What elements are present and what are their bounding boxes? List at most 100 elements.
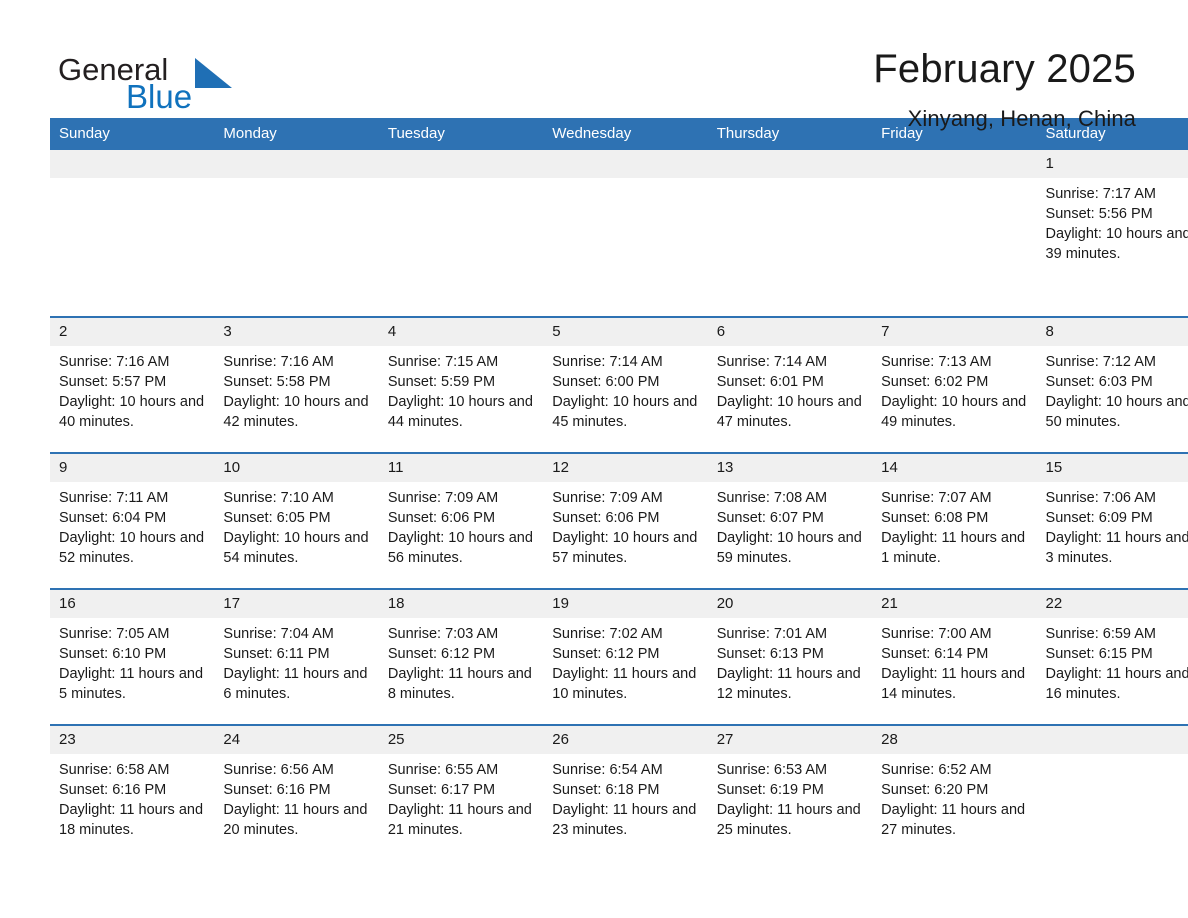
day-details: Sunrise: 7:04 AM Sunset: 6:11 PM Dayligh… <box>214 618 378 722</box>
sunset-text: Sunset: 6:20 PM <box>881 782 989 798</box>
calendar-day-cell[interactable]: 14 Sunrise: 7:07 AM Sunset: 6:08 PM Dayl… <box>872 452 1037 589</box>
daylight-text: Daylight: 11 hours and 23 minutes. <box>552 802 697 838</box>
calendar-day-cell[interactable] <box>214 150 379 317</box>
sunset-text: Sunset: 6:06 PM <box>552 510 660 526</box>
day-number: 12 <box>543 454 708 482</box>
sunset-text: Sunset: 6:16 PM <box>223 782 331 798</box>
daylight-text: Daylight: 10 hours and 50 minutes. <box>1045 394 1188 430</box>
weekday-header-monday: Monday <box>214 118 379 150</box>
sunset-text: Sunset: 6:06 PM <box>387 510 496 526</box>
sunrise-text: Sunrise: 6:59 AM <box>1045 626 1156 642</box>
calendar-day-cell[interactable]: 12 Sunrise: 7:09 AM Sunset: 6:06 PM Dayl… <box>543 452 708 589</box>
calendar-day-cell[interactable]: 17 Sunrise: 7:04 AM Sunset: 6:11 PM Dayl… <box>214 588 379 725</box>
sunrise-text: Sunrise: 7:14 AM <box>552 354 663 370</box>
sunset-text: Sunset: 6:17 PM <box>387 782 496 798</box>
sunrise-text: Sunrise: 7:10 AM <box>223 490 334 506</box>
calendar-day-cell[interactable] <box>1036 724 1188 860</box>
day-number <box>707 150 873 178</box>
weekday-header-tuesday: Tuesday <box>378 118 544 150</box>
daylight-text: Daylight: 11 hours and 5 minutes. <box>59 666 204 702</box>
day-details: Sunrise: 7:16 AM Sunset: 5:57 PM Dayligh… <box>50 346 214 450</box>
sunset-text: Sunset: 6:16 PM <box>59 782 167 798</box>
sunrise-text: Sunrise: 7:01 AM <box>716 626 828 642</box>
calendar-day-cell[interactable]: 22 Sunrise: 6:59 AM Sunset: 6:15 PM Dayl… <box>1036 588 1188 725</box>
daylight-text: Daylight: 11 hours and 20 minutes. <box>223 802 368 838</box>
day-number: 16 <box>50 590 215 618</box>
calendar-day-cell[interactable]: 4 Sunrise: 7:15 AM Sunset: 5:59 PM Dayli… <box>378 316 544 453</box>
calendar-day-cell[interactable]: 9 Sunrise: 7:11 AM Sunset: 6:04 PM Dayli… <box>50 452 215 589</box>
sunset-text: Sunset: 6:00 PM <box>552 374 660 390</box>
sunrise-text: Sunrise: 7:14 AM <box>716 354 828 370</box>
day-details <box>214 178 378 282</box>
sunset-text: Sunset: 6:04 PM <box>59 510 167 526</box>
daylight-text: Daylight: 10 hours and 54 minutes. <box>223 530 369 566</box>
calendar-day-cell[interactable]: 15 Sunrise: 7:06 AM Sunset: 6:09 PM Dayl… <box>1036 452 1188 589</box>
daylight-text: Daylight: 11 hours and 18 minutes. <box>59 802 204 838</box>
daylight-text: Daylight: 10 hours and 44 minutes. <box>387 394 533 430</box>
weekday-header-thursday: Thursday <box>707 118 873 150</box>
calendar-day-cell[interactable]: 18 Sunrise: 7:03 AM Sunset: 6:12 PM Dayl… <box>378 588 544 725</box>
sunset-text: Sunset: 6:05 PM <box>223 510 331 526</box>
page-masthead: General Blue February 2025 Xinyang, Hena… <box>50 0 1138 131</box>
sunset-text: Sunset: 6:13 PM <box>716 646 824 662</box>
calendar-day-cell[interactable]: 6 Sunrise: 7:14 AM Sunset: 6:01 PM Dayli… <box>707 316 873 453</box>
daylight-text: Daylight: 10 hours and 39 minutes. <box>1045 226 1188 262</box>
calendar-day-cell[interactable]: 10 Sunrise: 7:10 AM Sunset: 6:05 PM Dayl… <box>214 452 379 589</box>
calendar-day-cell[interactable]: 19 Sunrise: 7:02 AM Sunset: 6:12 PM Dayl… <box>543 588 708 725</box>
day-number: 9 <box>50 454 215 482</box>
calendar-day-cell[interactable]: 8 Sunrise: 7:12 AM Sunset: 6:03 PM Dayli… <box>1036 316 1188 453</box>
page-title: February 2025 <box>873 47 1136 91</box>
sunrise-text: Sunrise: 7:16 AM <box>223 354 334 370</box>
day-number: 5 <box>543 318 708 346</box>
calendar-day-cell[interactable]: 25 Sunrise: 6:55 AM Sunset: 6:17 PM Dayl… <box>378 724 544 860</box>
calendar-day-cell[interactable]: 20 Sunrise: 7:01 AM Sunset: 6:13 PM Dayl… <box>707 588 873 725</box>
day-number <box>872 150 1037 178</box>
calendar-day-cell[interactable]: 24 Sunrise: 6:56 AM Sunset: 6:16 PM Dayl… <box>214 724 379 860</box>
sunrise-text: Sunrise: 7:13 AM <box>881 354 992 370</box>
sunrise-text: Sunrise: 7:09 AM <box>387 490 499 506</box>
calendar-day-cell[interactable]: 13 Sunrise: 7:08 AM Sunset: 6:07 PM Dayl… <box>707 452 873 589</box>
day-details: Sunrise: 7:05 AM Sunset: 6:10 PM Dayligh… <box>50 618 214 722</box>
day-number: 23 <box>50 726 215 754</box>
calendar-day-cell[interactable]: 11 Sunrise: 7:09 AM Sunset: 6:06 PM Dayl… <box>378 452 544 589</box>
day-details <box>543 178 707 282</box>
general-blue-logo[interactable]: General Blue <box>50 46 240 118</box>
day-details: Sunrise: 7:13 AM Sunset: 6:02 PM Dayligh… <box>872 346 1036 450</box>
triangle-icon <box>195 58 232 88</box>
calendar-day-cell[interactable] <box>50 150 215 317</box>
sunrise-text: Sunrise: 7:08 AM <box>716 490 828 506</box>
calendar-week-row: 16 Sunrise: 7:05 AM Sunset: 6:10 PM Dayl… <box>50 588 1188 725</box>
sunrise-text: Sunrise: 7:15 AM <box>387 354 499 370</box>
calendar-day-cell[interactable] <box>543 150 708 317</box>
day-details: Sunrise: 7:11 AM Sunset: 6:04 PM Dayligh… <box>50 482 214 586</box>
calendar-day-cell[interactable]: 2 Sunrise: 7:16 AM Sunset: 5:57 PM Dayli… <box>50 316 215 453</box>
sunset-text: Sunset: 6:10 PM <box>59 646 167 662</box>
calendar-day-cell[interactable]: 5 Sunrise: 7:14 AM Sunset: 6:00 PM Dayli… <box>543 316 708 453</box>
daylight-text: Daylight: 11 hours and 3 minutes. <box>1045 530 1188 566</box>
calendar-day-cell[interactable]: 7 Sunrise: 7:13 AM Sunset: 6:02 PM Dayli… <box>872 316 1037 453</box>
calendar-day-cell[interactable]: 16 Sunrise: 7:05 AM Sunset: 6:10 PM Dayl… <box>50 588 215 725</box>
calendar-day-cell[interactable]: 1 Sunrise: 7:17 AM Sunset: 5:56 PM Dayli… <box>1036 150 1188 317</box>
calendar-day-cell[interactable] <box>872 150 1037 317</box>
day-number <box>50 150 215 178</box>
calendar-day-cell[interactable]: 21 Sunrise: 7:00 AM Sunset: 6:14 PM Dayl… <box>872 588 1037 725</box>
calendar-day-cell[interactable]: 23 Sunrise: 6:58 AM Sunset: 6:16 PM Dayl… <box>50 724 215 860</box>
sunset-text: Sunset: 5:57 PM <box>59 374 167 390</box>
day-number: 17 <box>214 590 379 618</box>
day-details: Sunrise: 7:10 AM Sunset: 6:05 PM Dayligh… <box>214 482 378 586</box>
sunrise-text: Sunrise: 7:02 AM <box>552 626 663 642</box>
calendar-day-cell[interactable]: 27 Sunrise: 6:53 AM Sunset: 6:19 PM Dayl… <box>707 724 873 860</box>
daylight-text: Daylight: 10 hours and 59 minutes. <box>716 530 862 566</box>
daylight-text: Daylight: 11 hours and 27 minutes. <box>881 802 1026 838</box>
calendar-body: 1 Sunrise: 7:17 AM Sunset: 5:56 PM Dayli… <box>50 150 1188 860</box>
daylight-text: Daylight: 11 hours and 16 minutes. <box>1045 666 1188 702</box>
calendar-day-cell[interactable]: 3 Sunrise: 7:16 AM Sunset: 5:58 PM Dayli… <box>214 316 379 453</box>
calendar-day-cell[interactable]: 26 Sunrise: 6:54 AM Sunset: 6:18 PM Dayl… <box>543 724 708 860</box>
sunset-text: Sunset: 6:15 PM <box>1045 646 1153 662</box>
sunrise-text: Sunrise: 7:04 AM <box>223 626 334 642</box>
calendar-day-cell[interactable] <box>378 150 544 317</box>
sunset-text: Sunset: 6:09 PM <box>1045 510 1153 526</box>
calendar-day-cell[interactable] <box>707 150 873 317</box>
day-details: Sunrise: 7:17 AM Sunset: 5:56 PM Dayligh… <box>1037 178 1188 282</box>
calendar-day-cell[interactable]: 28 Sunrise: 6:52 AM Sunset: 6:20 PM Dayl… <box>872 724 1037 860</box>
